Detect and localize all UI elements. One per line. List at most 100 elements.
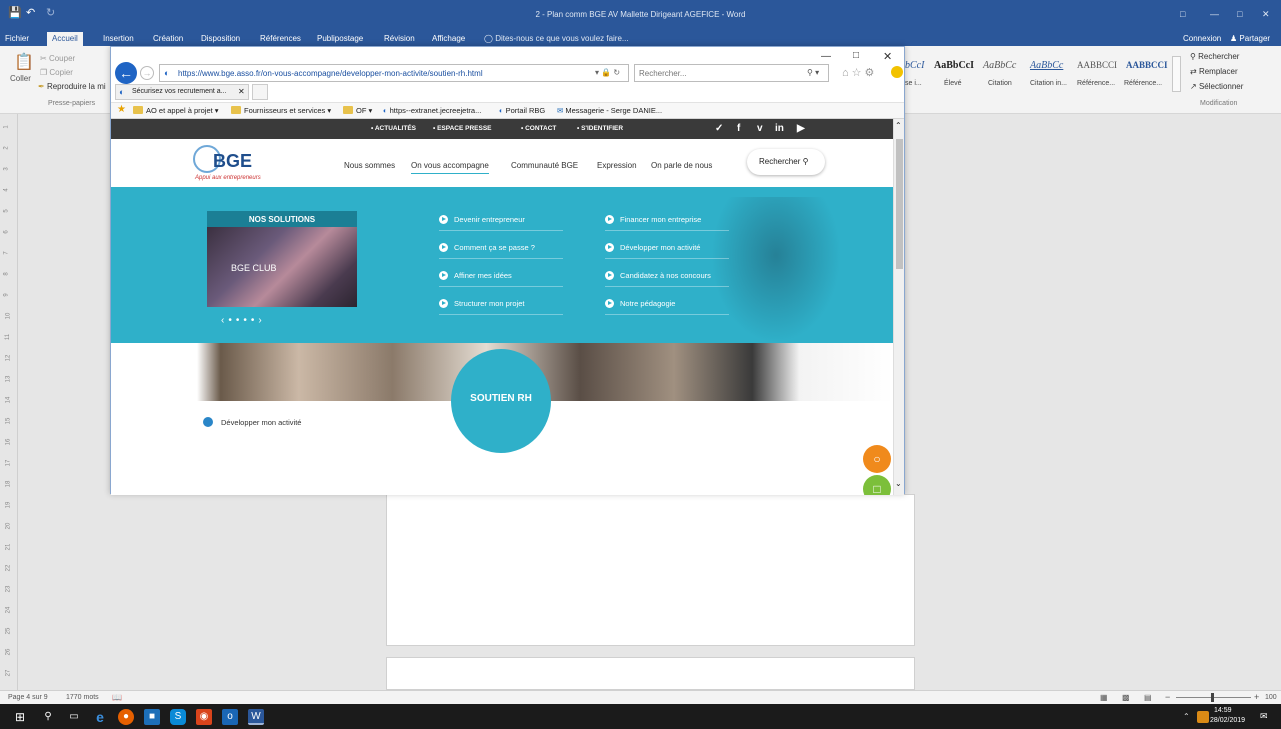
scroll-down-icon[interactable]: ⌄	[895, 479, 902, 488]
forward-button[interactable]: →	[140, 66, 154, 80]
clock-time[interactable]: 14:59	[1214, 707, 1232, 714]
twitter-icon[interactable]: ✓	[715, 123, 723, 134]
solution-link[interactable]: Candidatez à nos concours	[605, 271, 729, 287]
breadcrumb[interactable]: Développer mon activité	[203, 417, 301, 427]
tab-affichage[interactable]: Affichage	[432, 34, 465, 43]
solution-link[interactable]: Affiner mes idées	[439, 271, 563, 287]
select-button[interactable]: ↗ Sélectionner	[1190, 82, 1243, 91]
bge-logo[interactable]: BGE Appui aux entrepreneurs	[185, 143, 285, 185]
tab-insertion[interactable]: Insertion	[103, 34, 134, 43]
outlook-icon[interactable]: o	[222, 709, 238, 725]
style-sample[interactable]: bCcI	[905, 60, 924, 71]
document-page[interactable]	[386, 657, 915, 690]
zoom-out-icon[interactable]: −	[1165, 692, 1170, 702]
style-sample[interactable]: AABBCCI	[1077, 60, 1117, 70]
tray-chevron-icon[interactable]: ⌃	[1183, 712, 1190, 721]
zoom-slider-thumb[interactable]	[1211, 693, 1214, 702]
clipboard-paste-icon[interactable]: 📋	[14, 52, 34, 72]
carousel-image[interactable]	[207, 227, 357, 307]
search-icon[interactable]: ⚲	[40, 709, 56, 725]
tab-disposition[interactable]: Disposition	[201, 34, 240, 43]
search-icon[interactable]: ⚲ ▾	[807, 68, 819, 77]
format-painter-button[interactable]: ✒ Reproduire la mi	[38, 82, 106, 91]
maximize-icon[interactable]: □	[1237, 9, 1242, 19]
linkedin-icon[interactable]: in	[775, 123, 784, 134]
nav-expression[interactable]: Expression	[597, 161, 637, 170]
tab-revision[interactable]: Révision	[384, 34, 415, 43]
style-sample[interactable]: AABBCCI	[1126, 60, 1168, 70]
tab-accueil[interactable]: Accueil	[47, 32, 83, 46]
ribbon-display-icon[interactable]: □	[1180, 9, 1185, 19]
favorite-item[interactable]: OF ▾	[343, 106, 372, 115]
document-page[interactable]	[386, 494, 915, 646]
back-button[interactable]: ←	[115, 62, 137, 84]
close-icon[interactable]: ✕	[1262, 9, 1270, 20]
nav-nous-sommes[interactable]: Nous sommes	[344, 161, 395, 170]
zoom-in-icon[interactable]: +	[1254, 692, 1259, 702]
paste-button[interactable]: Coller	[10, 74, 31, 83]
style-sample[interactable]: AaBbCc	[1030, 60, 1063, 71]
youtube-icon[interactable]: ▶	[797, 123, 805, 134]
solution-link[interactable]: Comment ça se passe ?	[439, 243, 563, 259]
chat-icon[interactable]: □	[863, 475, 891, 495]
vimeo-icon[interactable]: v	[757, 123, 763, 134]
app-icon[interactable]: ◉	[196, 709, 212, 725]
carousel-dots[interactable]: ‹••••›	[221, 315, 266, 326]
home-star-gear-icons[interactable]: ⌂☆⚙	[842, 66, 877, 79]
solution-link[interactable]: Financer mon entreprise	[605, 215, 729, 231]
nav-on-parle-de-nous[interactable]: On parle de nous	[651, 161, 712, 170]
url-text[interactable]: https://www.bge.asso.fr/on-vous-accompag…	[178, 69, 483, 78]
style-sample[interactable]: AaBbCc	[983, 60, 1016, 71]
replace-button[interactable]: ⇄ Remplacer	[1190, 67, 1238, 76]
zoom-level[interactable]: 100	[1265, 694, 1277, 701]
share-button[interactable]: ♟ Partager	[1230, 34, 1270, 43]
clock-date[interactable]: 28/02/2019	[1210, 717, 1245, 724]
new-tab-button[interactable]	[252, 84, 268, 100]
copy-button[interactable]: ❐ Copier	[40, 68, 73, 77]
top-link-contact[interactable]: • CONTACT	[521, 125, 556, 132]
windows-start-icon[interactable]: ⊞	[12, 709, 28, 725]
proofing-icon[interactable]: 📖	[112, 693, 122, 702]
lock-icon[interactable]: ▾ 🔒 ↻	[595, 68, 620, 77]
solution-link[interactable]: Développer mon activité	[605, 243, 729, 259]
lightbulb-icon[interactable]: ○	[863, 445, 891, 473]
web-layout-icon[interactable]: ▤	[1144, 693, 1152, 702]
word-taskbar-icon[interactable]: W	[248, 709, 264, 725]
top-link-presse[interactable]: • ESPACE PRESSE	[433, 125, 492, 132]
top-link-identifier[interactable]: • S'IDENTIFIER	[577, 125, 623, 132]
print-layout-icon[interactable]: ▩	[1122, 693, 1130, 702]
favorites-star-icon[interactable]: ★	[117, 104, 126, 115]
solutions-carousel[interactable]: NOS SOLUTIONS BGE CLUB	[207, 211, 357, 307]
style-sample[interactable]: AaBbCcI	[934, 60, 974, 71]
solution-link[interactable]: Devenir entrepreneur	[439, 215, 563, 231]
tab-close-icon[interactable]: ✕	[238, 87, 245, 96]
nav-on-vous-accompagne[interactable]: On vous accompagne	[411, 161, 489, 174]
browser-search-input[interactable]	[639, 68, 799, 79]
signin-link[interactable]: Connexion	[1183, 34, 1221, 43]
favorite-item[interactable]: AO et appel à projet ▾	[133, 106, 219, 115]
favorite-item[interactable]: ◐ Portail RBG	[499, 106, 545, 115]
tray-app-icon[interactable]	[1197, 711, 1209, 723]
scrollbar-thumb[interactable]	[896, 139, 903, 269]
solution-link[interactable]: Structurer mon projet	[439, 299, 563, 315]
skype-icon[interactable]: S	[170, 709, 186, 725]
tab-creation[interactable]: Création	[153, 34, 183, 43]
read-mode-icon[interactable]: ▦	[1100, 693, 1108, 702]
page-count[interactable]: Page 4 sur 9	[8, 694, 48, 701]
tab-publipostage[interactable]: Publipostage	[317, 34, 363, 43]
browser-search-box[interactable]: ⚲ ▾	[634, 64, 829, 82]
site-search[interactable]: Rechercher ⚲	[747, 149, 825, 175]
address-bar[interactable]: ◐ https://www.bge.asso.fr/on-vous-accomp…	[159, 64, 629, 82]
minimize-icon[interactable]: —	[1210, 9, 1219, 19]
tab-references[interactable]: Références	[260, 34, 301, 43]
favorite-item[interactable]: ◐ https--extranet.jecreejetra...	[383, 106, 481, 115]
browser-maximize-icon[interactable]: □	[853, 50, 859, 61]
word-count[interactable]: 1770 mots	[66, 694, 99, 701]
scroll-up-icon[interactable]: ⌃	[895, 121, 902, 130]
browser-tab[interactable]: ◐ Sécurisez vos recrutement a... ✕	[115, 84, 249, 100]
styles-scroll[interactable]	[1172, 56, 1181, 92]
facebook-icon[interactable]: f	[737, 123, 740, 134]
tab-fichier[interactable]: Fichier	[5, 34, 29, 43]
browser-minimize-icon[interactable]: —	[821, 51, 831, 62]
solution-link[interactable]: Notre pédagogie	[605, 299, 729, 315]
